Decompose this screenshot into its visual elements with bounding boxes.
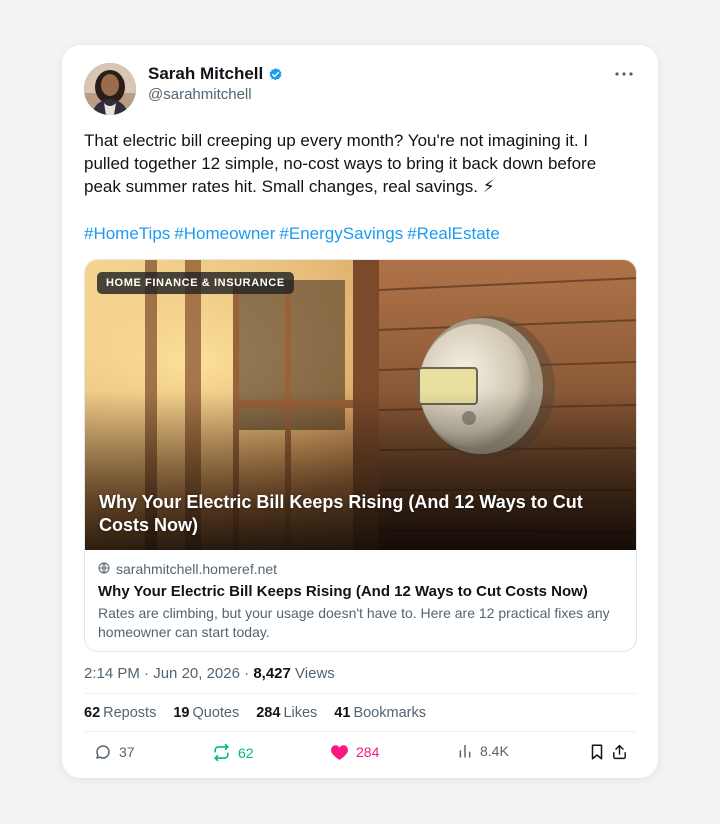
verified-badge-icon (268, 67, 283, 82)
action-bar: 37 62 284 8.4K (84, 743, 637, 765)
stat-quotes[interactable]: 19 Quotes (173, 705, 239, 721)
hashtag-link[interactable]: #EnergySavings (279, 224, 403, 243)
post-card: Sarah Mitchell @sarahmitchell That elect… (62, 45, 658, 778)
views-count-action: 8.4K (480, 743, 509, 759)
link-description: Rates are climbing, but your usage doesn… (98, 605, 610, 640)
avatar[interactable] (84, 63, 136, 115)
link-domain: sarahmitchell.homeref.net (116, 561, 278, 577)
post-text: That electric bill creeping up every mon… (84, 131, 597, 196)
divider (84, 731, 637, 732)
repost-icon (212, 743, 231, 762)
hashtags: #HomeTips #Homeowner #EnergySavings #RealEs… (84, 222, 624, 245)
globe-icon (98, 561, 110, 577)
stat-reposts[interactable]: 62 Reposts (84, 705, 156, 721)
views-count: 8,427 (253, 665, 291, 682)
hashtag-link[interactable]: #HomeTips (84, 224, 170, 243)
link-preview-meta: sarahmitchell.homeref.net Why Your Elect… (85, 550, 636, 642)
author-name-row: Sarah Mitchell (148, 64, 283, 84)
post-time[interactable]: 2:14 PM (84, 665, 140, 682)
views-label: Views (295, 665, 335, 682)
reply-button[interactable]: 37 (94, 743, 135, 761)
divider (84, 693, 637, 694)
hashtag-link[interactable]: #Homeowner (174, 224, 275, 243)
separator: · (144, 665, 154, 682)
author-handle[interactable]: @sarahmitchell (148, 86, 252, 103)
post-date[interactable]: Jun 20, 2026 (153, 665, 240, 682)
engagement-stats: 62 Reposts 19 Quotes 284 Likes 41 Bookmarks (84, 705, 426, 721)
link-domain-row: sarahmitchell.homeref.net (98, 560, 623, 578)
bookmark-icon (589, 743, 605, 761)
reply-count: 37 (119, 744, 135, 760)
reply-icon (94, 743, 112, 761)
share-button[interactable] (611, 743, 628, 761)
like-count: 284 (356, 744, 380, 760)
share-icon (611, 743, 628, 761)
link-title: Why Your Electric Bill Keeps Rising (And… (98, 583, 588, 600)
views-button[interactable]: 8.4K (457, 743, 509, 759)
post-timestamp: 2:14 PM · Jun 20, 2026 · 8,427 Views (84, 665, 335, 682)
link-preview-card[interactable]: HOME FINANCE & INSURANCE Why Your Electr… (84, 259, 637, 652)
category-badge: HOME FINANCE & INSURANCE (97, 272, 294, 294)
more-horizontal-icon[interactable] (614, 61, 634, 82)
stat-likes[interactable]: 284 Likes (256, 705, 317, 721)
bookmark-button[interactable] (589, 743, 605, 761)
repost-count: 62 (238, 744, 254, 761)
separator: · (244, 665, 254, 682)
author-name[interactable]: Sarah Mitchell (148, 64, 263, 84)
link-preview-image: HOME FINANCE & INSURANCE Why Your Electr… (85, 260, 636, 550)
hashtag-link[interactable]: #RealEstate (407, 224, 500, 243)
repost-button[interactable]: 62 (212, 743, 254, 762)
like-button[interactable]: 284 (330, 743, 379, 761)
heart-icon (330, 743, 349, 761)
link-preview-image-title: Why Your Electric Bill Keeps Rising (And… (99, 492, 583, 535)
stat-bookmarks[interactable]: 41 Bookmarks (334, 705, 426, 721)
bar-chart-icon (457, 743, 473, 759)
